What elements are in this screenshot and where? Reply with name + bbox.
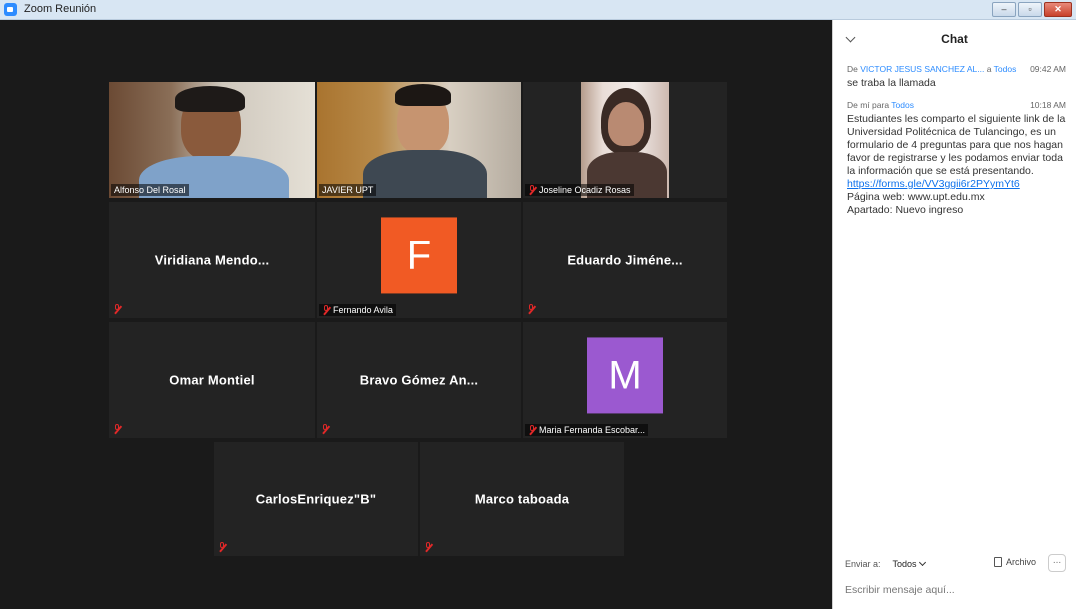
message-text-line: Apartado: Nuevo ingreso — [847, 204, 964, 216]
window-controls: – ▫ ✕ — [992, 2, 1072, 17]
muted-mic-icon — [528, 185, 536, 195]
close-button[interactable]: ✕ — [1044, 2, 1072, 17]
chat-message: De VICTOR JESUS SANCHEZ AL... a Todos 09… — [833, 64, 1076, 90]
participant-name: CarlosEnriquez"B" — [255, 491, 377, 507]
file-icon — [993, 557, 1002, 567]
maximize-button[interactable]: ▫ — [1018, 2, 1042, 17]
camera-feed — [109, 82, 315, 198]
muted-mic-icon — [113, 424, 121, 434]
message-recipient[interactable]: Todos — [891, 100, 914, 110]
window-titlebar: Zoom Reunión – ▫ ✕ — [0, 0, 1076, 20]
video-tile-viridiana[interactable]: Viridiana Mendo... — [109, 202, 315, 318]
more-options-button[interactable]: ... — [1048, 554, 1066, 572]
participant-name-label: Joseline Ocadiz Rosas — [525, 184, 634, 196]
window-title: Zoom Reunión — [24, 3, 97, 15]
video-tile-alfonso[interactable]: Alfonso Del Rosal — [109, 82, 315, 198]
video-tile-javier[interactable]: JAVIER UPT — [317, 82, 521, 198]
chat-title: Chat — [941, 32, 968, 46]
message-time: 10:18 AM — [1030, 100, 1066, 110]
avatar: F — [381, 217, 457, 294]
message-time: 09:42 AM — [1030, 64, 1066, 74]
camera-feed — [317, 82, 521, 198]
avatar: M — [587, 337, 663, 414]
message-text: Estudiantes les comparto el siguiente li… — [847, 113, 1066, 177]
minimize-button[interactable]: – — [992, 2, 1016, 17]
participant-name: Marco taboada — [474, 491, 570, 507]
muted-mic-icon — [113, 304, 121, 314]
chat-message: De mí para Todos 10:18 AM Estudiantes le… — [833, 100, 1076, 217]
chat-panel: Chat De VICTOR JESUS SANCHEZ AL... a Tod… — [832, 20, 1076, 609]
message-sender[interactable]: VICTOR JESUS SANCHEZ AL... — [860, 64, 984, 74]
participant-name: Viridiana Mendo... — [154, 252, 270, 268]
video-tile-joseline[interactable]: Joseline Ocadiz Rosas — [523, 82, 727, 198]
zoom-app-icon — [4, 3, 17, 16]
muted-mic-icon — [321, 424, 329, 434]
video-tile-omar[interactable]: Omar Montiel — [109, 322, 315, 438]
video-tile-marco[interactable]: Marco taboada — [420, 442, 624, 556]
participant-name-label: JAVIER UPT — [319, 184, 377, 196]
video-gallery: Alfonso Del Rosal JAVIER UPT Joseline Oc… — [0, 20, 832, 609]
muted-mic-icon — [218, 542, 226, 552]
participant-name: Eduardo Jiméne... — [567, 252, 683, 268]
muted-mic-icon — [424, 542, 432, 552]
participant-name: Omar Montiel — [169, 372, 255, 388]
send-to-row: Enviar a: Todos Archivo ... — [845, 554, 1066, 573]
message-link[interactable]: https://forms.gle/VV3ggii6r2PYymYt6 — [847, 178, 1066, 191]
message-text-line: Página web: www.upt.edu.mx — [847, 191, 985, 203]
message-recipient[interactable]: Todos — [994, 64, 1017, 74]
chat-footer: Enviar a: Todos Archivo ... — [833, 551, 1076, 609]
message-text: se traba la llamada — [847, 77, 936, 89]
file-button[interactable]: Archivo — [993, 557, 1036, 567]
muted-mic-icon — [528, 425, 536, 435]
participant-name: Bravo Gómez An... — [359, 372, 479, 388]
video-tile-bravo[interactable]: Bravo Gómez An... — [317, 322, 521, 438]
participant-name-label: Alfonso Del Rosal — [111, 184, 189, 196]
video-tile-fernando[interactable]: F Fernando Avila — [317, 202, 521, 318]
chat-message-input[interactable] — [845, 581, 1066, 599]
recipient-dropdown[interactable]: Todos — [889, 558, 929, 570]
participant-name-label: Maria Fernanda Escobar... — [525, 424, 649, 436]
message-meta: De mí para Todos 10:18 AM — [847, 100, 1066, 110]
muted-mic-icon — [527, 304, 535, 314]
message-meta: De VICTOR JESUS SANCHEZ AL... a Todos 09… — [847, 64, 1066, 74]
muted-mic-icon — [322, 305, 330, 315]
video-tile-carlos[interactable]: CarlosEnriquez"B" — [214, 442, 418, 556]
chevron-down-icon — [918, 558, 926, 567]
video-tile-eduardo[interactable]: Eduardo Jiméne... — [523, 202, 727, 318]
video-tile-maria[interactable]: M Maria Fernanda Escobar... — [523, 322, 727, 438]
send-to-label: Enviar a: — [845, 559, 881, 569]
participant-name-label: Fernando Avila — [319, 304, 396, 316]
chat-header: Chat — [833, 20, 1076, 56]
camera-feed — [581, 82, 669, 198]
